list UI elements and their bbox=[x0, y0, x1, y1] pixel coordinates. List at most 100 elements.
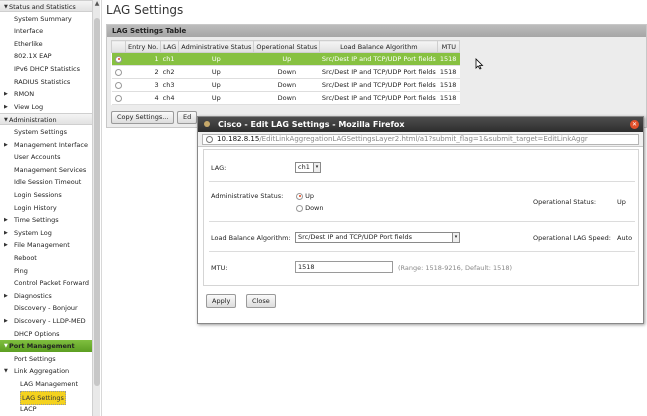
sidebar-item[interactable]: System Settings bbox=[0, 126, 92, 138]
sidebar-scrollbar[interactable]: ▲ bbox=[92, 0, 100, 416]
row-select-cell[interactable] bbox=[111, 52, 126, 66]
sidebar-item-label: User Accounts bbox=[14, 153, 61, 162]
sidebar-item[interactable]: ▶ Discovery - LLDP-MED bbox=[0, 315, 92, 327]
oper-status-cell: Up bbox=[253, 52, 320, 66]
sidebar-item[interactable]: Idle Session Timeout bbox=[0, 176, 92, 188]
row-radio[interactable] bbox=[115, 81, 122, 89]
sidebar-item[interactable]: ▶ RMON bbox=[0, 88, 92, 100]
sidebar-item-label: Discovery - Bonjour bbox=[14, 304, 78, 313]
triangle-right-icon[interactable]: ▶ bbox=[4, 227, 8, 239]
lb-algorithm-label: Load Balance Algorithm: bbox=[211, 234, 291, 242]
row-radio[interactable] bbox=[115, 68, 122, 76]
sidebar-item[interactable]: Login Sessions bbox=[0, 189, 92, 201]
sidebar-item[interactable]: LAG Settings bbox=[0, 390, 92, 405]
close-button[interactable]: Close bbox=[246, 294, 276, 308]
url-field[interactable]: 10.182.8.15/EditLinkAggregationLAGSettin… bbox=[202, 134, 639, 145]
sidebar-item[interactable]: DHCP Options bbox=[0, 328, 92, 340]
divider bbox=[209, 251, 635, 252]
sidebar-item[interactable]: Discovery - Bonjour bbox=[0, 302, 92, 314]
copy-settings-button[interactable]: Copy Settings... bbox=[111, 111, 175, 124]
sidebar-item[interactable]: Port Settings bbox=[0, 353, 92, 365]
sidebar-item[interactable]: ▶ Diagnostics bbox=[0, 290, 92, 302]
table-title: LAG Settings Table bbox=[107, 25, 646, 37]
table-row[interactable]: 1 ch1 Up Up Src/Dest IP and TCP/UDP Port fie… bbox=[111, 52, 460, 66]
sidebar-item-label: Discovery - LLDP-MED bbox=[14, 317, 86, 325]
sidebar-item[interactable]: User Accounts bbox=[0, 151, 92, 163]
admin-up-option[interactable]: Up bbox=[296, 192, 314, 200]
sidebar-nav: ▲ ▼ Status and Statistics System Summary In… bbox=[0, 0, 102, 416]
sidebar-item[interactable]: 802.1X EAP bbox=[0, 50, 92, 62]
url-path: /EditLinkAggregationLAGSettingsLayer2.ht… bbox=[259, 135, 588, 143]
sidebar-item-label: Time Settings bbox=[14, 216, 59, 225]
sidebar-item[interactable]: ▼ Port Management bbox=[0, 340, 92, 353]
column-header: Load Balance Algorithm bbox=[319, 40, 439, 53]
triangle-right-icon[interactable]: ▶ bbox=[4, 239, 8, 251]
sidebar-item[interactable]: Management Services bbox=[0, 164, 92, 176]
sidebar-item[interactable]: ▼ Status and Statistics bbox=[0, 0, 92, 12]
sidebar-item[interactable]: Etherlike bbox=[0, 38, 92, 50]
row-select-cell[interactable] bbox=[111, 91, 126, 105]
close-icon[interactable]: ✕ bbox=[630, 120, 639, 129]
mouse-cursor-icon bbox=[475, 58, 484, 70]
sidebar-item[interactable]: Reboot bbox=[0, 252, 92, 264]
triangle-right-icon[interactable]: ▶ bbox=[4, 139, 8, 151]
triangle-down-icon[interactable]: ▼ bbox=[4, 1, 8, 13]
dialog-title-bar[interactable]: Cisco - Edit LAG Settings - Mozilla Fire… bbox=[198, 117, 643, 132]
triangle-right-icon[interactable]: ▶ bbox=[4, 214, 8, 226]
sidebar-item-label: System Settings bbox=[14, 128, 67, 136]
lag-select[interactable]: ch1 ▾ bbox=[295, 162, 321, 173]
row-radio[interactable] bbox=[115, 94, 122, 102]
sidebar-item-label: Control Packet Forward bbox=[14, 279, 90, 288]
apply-button[interactable]: Apply bbox=[206, 294, 237, 308]
lb-algorithm-select[interactable]: Src/Dest IP and TCP/UDP Port fields ▾ bbox=[295, 232, 460, 243]
triangle-right-icon[interactable]: ▶ bbox=[4, 290, 8, 302]
triangle-right-icon[interactable]: ▶ bbox=[4, 315, 8, 327]
row-select-cell[interactable] bbox=[111, 65, 126, 79]
sidebar-item[interactable]: IPv6 DHCP Statistics bbox=[0, 63, 92, 75]
table-row[interactable]: 4 ch4 Up Down Src/Dest IP and TCP/UDP Port f… bbox=[111, 91, 460, 105]
sidebar-item[interactable]: Interface bbox=[0, 25, 92, 37]
divider bbox=[209, 181, 635, 182]
sidebar-item-label: 802.1X EAP bbox=[14, 52, 52, 61]
sidebar-item[interactable]: LAG Management bbox=[0, 378, 92, 390]
sidebar-item-label: Port Settings bbox=[14, 354, 56, 363]
admin-down-radio[interactable] bbox=[296, 204, 303, 212]
triangle-down-icon[interactable]: ▼ bbox=[4, 114, 8, 126]
sidebar-item[interactable]: ▶ File Management bbox=[0, 239, 92, 251]
sidebar-item-label: Login Sessions bbox=[14, 191, 62, 199]
sidebar-item[interactable]: ▶ Management Interface bbox=[0, 139, 92, 151]
edit-button[interactable]: Ed bbox=[177, 111, 198, 124]
admin-up-radio[interactable] bbox=[296, 192, 303, 200]
admin-down-option[interactable]: Down bbox=[296, 204, 324, 212]
sidebar-item[interactable]: ▶ Time Settings bbox=[0, 214, 92, 226]
sidebar-item[interactable]: ▶ View Log bbox=[0, 101, 92, 113]
sidebar-item[interactable]: ▼ Administration bbox=[0, 113, 92, 126]
sidebar-item-label: Login History bbox=[14, 203, 57, 212]
oper-status-label: Operational Status: bbox=[533, 198, 597, 206]
sidebar-item[interactable]: RADIUS Statistics bbox=[0, 76, 92, 88]
scrollbar-thumb[interactable] bbox=[94, 18, 100, 386]
sidebar-item-label: Administration bbox=[9, 116, 57, 125]
triangle-down-icon[interactable]: ▼ bbox=[4, 340, 8, 352]
sidebar-item[interactable]: Login History bbox=[0, 202, 92, 214]
url-bar: 10.182.8.15/EditLinkAggregationLAGSettin… bbox=[198, 132, 643, 147]
sidebar-item-label: Etherlike bbox=[14, 39, 43, 48]
sidebar-item[interactable]: LACP bbox=[0, 403, 92, 415]
table-row[interactable]: 2 ch2 Up Down Src/Dest IP and TCP/UDP Port f… bbox=[111, 65, 460, 79]
sidebar-item[interactable]: ▼ Link Aggregation bbox=[0, 365, 92, 377]
url-host: 10.182.8.15 bbox=[217, 135, 260, 143]
sidebar-item[interactable]: Ping bbox=[0, 265, 92, 277]
row-radio[interactable] bbox=[115, 55, 122, 63]
row-select-cell[interactable] bbox=[111, 78, 126, 92]
chevron-down-icon: ▾ bbox=[313, 163, 320, 172]
sidebar-item[interactable]: System Summary bbox=[0, 13, 92, 25]
sidebar-item[interactable]: ▶ System Log bbox=[0, 227, 92, 239]
table-row[interactable]: 3 ch3 Up Down Src/Dest IP and TCP/UDP Port f… bbox=[111, 78, 460, 92]
mtu-input[interactable]: 1518 bbox=[295, 261, 393, 273]
sidebar-item-label: File Management bbox=[14, 241, 70, 250]
sidebar-item[interactable]: Control Packet Forward bbox=[0, 277, 92, 289]
triangle-down-icon[interactable]: ▼ bbox=[4, 365, 8, 377]
triangle-right-icon[interactable]: ▶ bbox=[4, 88, 8, 100]
scroll-up-arrow-icon[interactable]: ▲ bbox=[93, 0, 101, 8]
triangle-right-icon[interactable]: ▶ bbox=[4, 101, 8, 113]
